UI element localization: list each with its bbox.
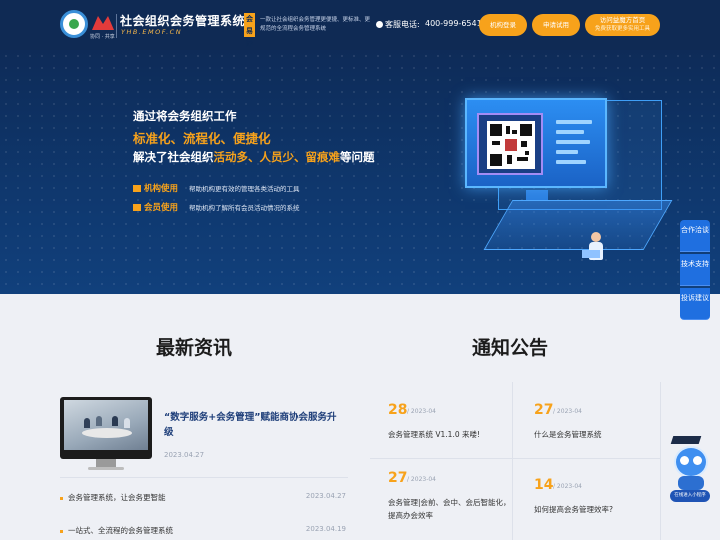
notice-card[interactable]: 27 / 2023-04 什么是会务管理系统 — [534, 402, 664, 464]
feature-institution-title: 机构使用 — [144, 184, 179, 194]
hero-line-3-suffix: 等问题 — [340, 150, 375, 164]
illustration-platform — [483, 200, 673, 250]
brand-title: 社会组织会务管理系统 — [120, 14, 246, 28]
news-list-item[interactable]: 会务管理系统，让会务更智能 2023.04.27 — [60, 492, 346, 506]
notice-card[interactable]: 28 / 2023-04 会务管理系统 V1.1.0 来喽! — [388, 402, 518, 464]
org-logo-icon[interactable] — [60, 10, 88, 38]
news-thumbnail-screen — [64, 400, 148, 450]
notice-section-title: 通知公告 — [472, 337, 549, 359]
tagline: 一款让社会组织会务管理更便捷、更标准、更规范的全流程会务管理系统 — [260, 17, 371, 32]
side-support-button[interactable]: 技术支持 — [680, 254, 710, 286]
illustration-person-head — [591, 232, 601, 242]
notice-year-month: / 2023-04 — [553, 483, 582, 490]
notice-title: 如何提高会务管理效率? — [534, 505, 613, 514]
visit-homepage-button[interactable]: 访问益魔方首页 免费获取更多实用工具 — [585, 14, 660, 36]
news-headline-date: 2023.04.27 — [164, 451, 205, 459]
hero-line-3-prefix: 解决了社会组织 — [133, 150, 214, 164]
news-divider — [60, 477, 348, 478]
news-thumbnail-stand — [96, 459, 116, 467]
hero-line-2: 标准化、流程化、便捷化 — [133, 131, 271, 146]
side-complaint-button[interactable]: 投诉建议 — [680, 288, 710, 320]
news-headline-link[interactable]: “数字服务+会务管理”赋能商协会服务升级 — [164, 410, 342, 440]
visit-homepage-label: 访问益魔方首页 — [599, 16, 646, 24]
news-item-date: 2023.04.27 — [305, 492, 346, 500]
mascot-eye-icon — [680, 456, 689, 465]
visit-homepage-sublabel: 免费获取更多实用工具 — [594, 26, 650, 32]
phone-number: 400-999-6541 — [425, 19, 482, 28]
qr-code-icon[interactable] — [487, 121, 535, 169]
institution-login-button[interactable]: 机构登录 — [479, 14, 527, 36]
mascot-body-icon — [678, 476, 704, 490]
logo-divider — [116, 14, 117, 38]
brand-chip: 会易办 — [244, 13, 255, 47]
news-thumbnail-person — [112, 416, 118, 426]
hero-line-1: 通过将会务组织工作 — [133, 109, 237, 123]
hero-banner: 通过将会务组织工作 标准化、流程化、便捷化 解决了社会组织活动多、人员少、留痕难… — [0, 50, 720, 294]
illustration-stand — [526, 190, 548, 200]
phone-icon — [376, 21, 383, 28]
institution-icon — [133, 185, 141, 192]
news-thumbnail-person — [84, 418, 90, 428]
illustration-laptop — [582, 250, 600, 258]
feature-institution: 机构使用 帮助机构更有效的管理各类活动的工具 — [133, 182, 300, 194]
notice-day: 27 — [388, 470, 408, 486]
notice-year-month: / 2023-04 — [407, 408, 436, 415]
illustration-bars — [556, 118, 596, 168]
partner-logo-icon — [92, 16, 114, 30]
news-item-text: 会务管理系统，让会务更智能 — [68, 493, 166, 502]
notice-card[interactable]: 27 / 2023-04 会务管理|会前、会中、会后智能化，提高办会效率 — [388, 470, 518, 532]
mascot-icon[interactable] — [674, 446, 708, 478]
news-section-title: 最新资讯 — [156, 337, 233, 359]
notice-year-month: / 2023-04 — [553, 408, 582, 415]
news-item-text: 一站式、全流程的会务管理系统 — [68, 526, 173, 535]
mascot-cap-icon — [670, 436, 702, 444]
feature-member: 会员使用 帮助机构了解所有会员活动情况的系统 — [133, 201, 300, 213]
notice-day: 14 — [534, 477, 554, 493]
feature-member-title: 会员使用 — [144, 203, 179, 213]
apply-trial-button[interactable]: 申请试用 — [532, 14, 580, 36]
notice-day: 27 — [534, 402, 554, 418]
bullet-icon — [60, 497, 63, 500]
hero-line-3: 解决了社会组织活动多、人员少、留痕难等问题 — [133, 149, 375, 165]
news-list-item[interactable]: 一站式、全流程的会务管理系统 2023.04.19 — [60, 525, 346, 539]
phone-label: 客服电话: — [385, 20, 420, 29]
feature-institution-desc: 帮助机构更有效的管理各类活动的工具 — [189, 185, 300, 193]
notice-title: 会务管理系统 V1.1.0 来喽! — [388, 430, 480, 439]
brand-domain: YHB.EMOF.CN — [121, 28, 183, 36]
notice-title: 什么是会务管理系统 — [534, 430, 602, 439]
feature-member-desc: 帮助机构了解所有会员活动情况的系统 — [189, 204, 300, 212]
notice-title: 会务管理|会前、会中、会后智能化，提高办会效率 — [388, 498, 511, 520]
bullet-icon — [60, 530, 63, 533]
mascot-eye-icon — [693, 456, 702, 465]
news-item-date: 2023.04.19 — [305, 525, 346, 533]
news-thumbnail-base — [88, 467, 124, 470]
mini-program-entry-button[interactable]: 在线进入小程序 — [670, 490, 710, 502]
notice-day: 28 — [388, 402, 408, 418]
side-coop-button[interactable]: 合作洽谈 — [680, 220, 710, 252]
logo-sub-text: 协同 · 共享 — [90, 34, 115, 40]
news-thumbnail-person — [96, 416, 102, 426]
news-thumbnail-table — [82, 428, 132, 438]
hero-line-3-highlight: 活动多、人员少、留痕难 — [213, 150, 341, 164]
crown-icon — [133, 204, 141, 211]
news-thumbnail-person — [124, 418, 130, 428]
notice-card[interactable]: 14 / 2023-04 如何提高会务管理效率? — [534, 477, 664, 539]
top-header: 协同 · 共享 社会组织会务管理系统 YHB.EMOF.CN 会易办 一款让社会… — [0, 0, 720, 50]
notice-year-month: / 2023-04 — [407, 476, 436, 483]
